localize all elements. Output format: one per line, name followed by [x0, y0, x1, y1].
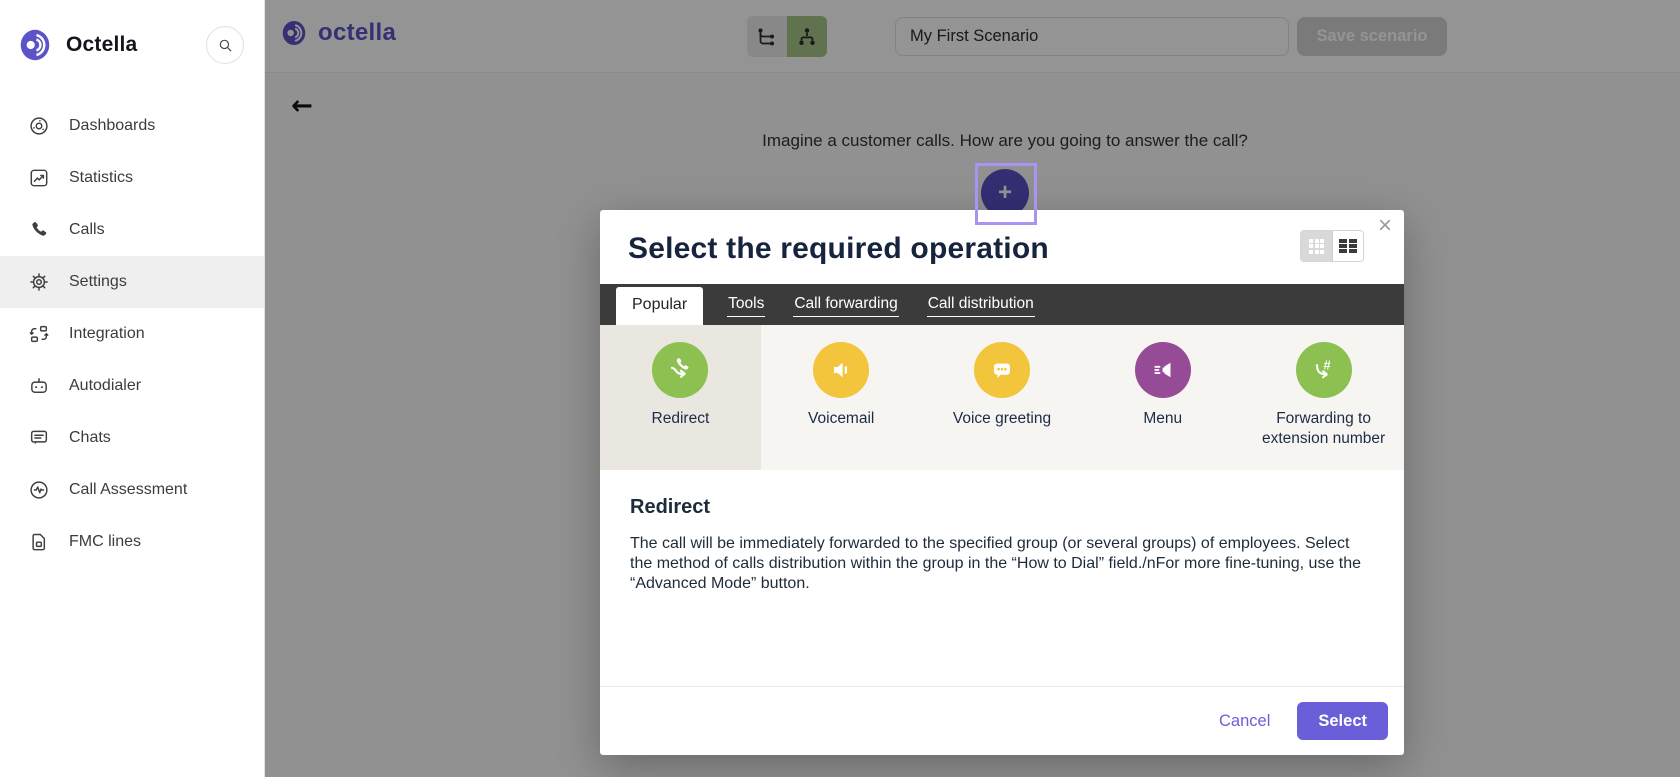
tab-popular[interactable]: Popular — [616, 287, 703, 325]
operation-label: Menu — [1143, 409, 1182, 429]
operation-voice-greeting[interactable]: Voice greeting — [922, 325, 1083, 470]
robot-icon — [28, 375, 50, 397]
operation-list: Redirect Voicemail Voice — [600, 325, 1404, 470]
forwarding-extension-icon: # — [1296, 342, 1352, 398]
voicemail-icon — [813, 342, 869, 398]
brand-title: Octella — [66, 33, 137, 57]
grid-view-icon — [1309, 239, 1324, 254]
operation-voicemail[interactable]: Voicemail — [761, 325, 922, 470]
sim-card-icon — [28, 531, 50, 553]
gear-icon — [28, 271, 50, 293]
sidebar-item-chats[interactable]: Chats — [0, 412, 264, 464]
redirect-icon — [652, 342, 708, 398]
sidebar-item-label: Settings — [69, 273, 127, 291]
operation-forwarding-extension[interactable]: # Forwarding to extension number — [1243, 325, 1404, 470]
sidebar-item-statistics[interactable]: Statistics — [0, 152, 264, 204]
search-button[interactable] — [206, 26, 244, 64]
detail-heading: Redirect — [630, 496, 1374, 519]
operation-menu[interactable]: Menu — [1082, 325, 1243, 470]
sidebar-item-label: Autodialer — [69, 377, 141, 395]
sidebar-item-settings[interactable]: Settings — [0, 256, 264, 308]
sidebar-item-label: FMC lines — [69, 533, 141, 551]
select-button[interactable]: Select — [1297, 702, 1388, 740]
integration-icon — [28, 323, 50, 345]
modal-tab-bar: Popular Tools Call forwarding Call distr… — [600, 284, 1404, 325]
list-view-button[interactable] — [1332, 231, 1363, 261]
operation-label: Redirect — [652, 409, 710, 429]
chat-icon — [28, 427, 50, 449]
sidebar-item-calls[interactable]: Calls — [0, 204, 264, 256]
waveform-icon — [28, 479, 50, 501]
operation-label: Voice greeting — [953, 409, 1051, 429]
menu-icon — [1135, 342, 1191, 398]
detail-description: The call will be immediately forwarded t… — [630, 534, 1362, 593]
grid-view-button[interactable] — [1301, 231, 1332, 261]
operation-detail: Redirect The call will be immediately fo… — [600, 470, 1404, 686]
sidebar: Octella Dashboards Statistics — [0, 0, 265, 777]
sidebar-item-dashboards[interactable]: Dashboards — [0, 100, 264, 152]
tab-call-forwarding[interactable]: Call forwarding — [793, 295, 898, 317]
voice-greeting-icon — [974, 342, 1030, 398]
sidebar-item-autodialer[interactable]: Autodialer — [0, 360, 264, 412]
modal-title: Select the required operation — [628, 232, 1376, 266]
sidebar-item-label: Calls — [69, 221, 105, 239]
svg-text:#: # — [1323, 357, 1330, 372]
dashboard-icon — [28, 115, 50, 137]
sidebar-item-fmc-lines[interactable]: FMC lines — [0, 516, 264, 568]
select-operation-modal: Select the required operation × Popular … — [600, 210, 1404, 755]
operation-label: Voicemail — [808, 409, 874, 429]
sidebar-item-label: Call Assessment — [69, 481, 187, 499]
octella-logo-icon — [16, 26, 54, 64]
modal-header: Select the required operation × — [600, 210, 1404, 284]
sidebar-header: Octella — [0, 0, 264, 86]
tab-call-distribution[interactable]: Call distribution — [927, 295, 1035, 317]
phone-icon — [28, 219, 50, 241]
cancel-button[interactable]: Cancel — [1219, 712, 1270, 731]
list-view-icon — [1339, 239, 1357, 253]
sidebar-item-call-assessment[interactable]: Call Assessment — [0, 464, 264, 516]
sidebar-menu: Dashboards Statistics Calls Settings — [0, 100, 264, 568]
close-icon[interactable]: × — [1378, 214, 1392, 238]
sidebar-item-label: Statistics — [69, 169, 133, 187]
tab-tools[interactable]: Tools — [727, 295, 765, 317]
sidebar-item-integration[interactable]: Integration — [0, 308, 264, 360]
sidebar-item-label: Dashboards — [69, 117, 155, 135]
modal-footer: Cancel Select — [600, 686, 1404, 755]
statistics-icon — [28, 167, 50, 189]
sidebar-item-label: Integration — [69, 325, 145, 343]
modal-view-toggle — [1300, 230, 1364, 262]
sidebar-item-label: Chats — [69, 429, 111, 447]
operation-label: Forwarding to extension number — [1243, 409, 1404, 449]
operation-redirect[interactable]: Redirect — [600, 325, 761, 470]
search-icon — [217, 37, 234, 54]
